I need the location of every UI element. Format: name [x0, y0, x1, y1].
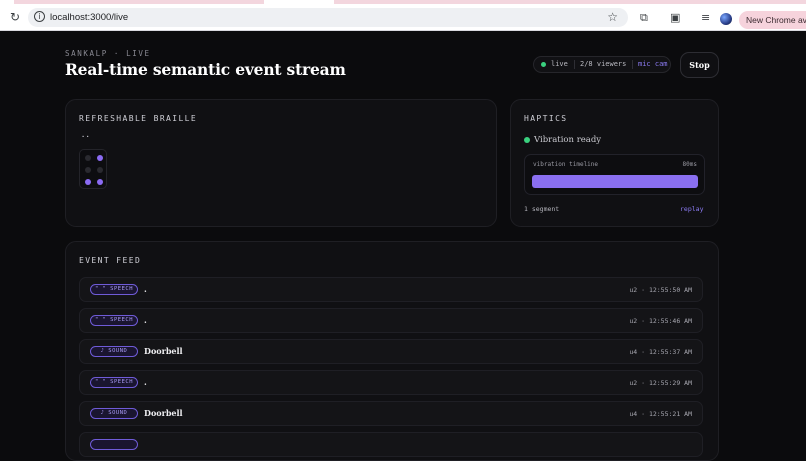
- divider: [574, 60, 575, 69]
- event-type-badge: " " SPEECH: [90, 377, 138, 388]
- event-row[interactable]: " " SPEECH . u2 · 12:55:46 AM: [79, 308, 703, 333]
- vibration-segment-bar: [532, 175, 698, 188]
- braille-dot-5: [97, 167, 103, 173]
- braille-card-title: REFRESHABLE BRAILLE: [79, 114, 198, 123]
- address-bar[interactable]: i localhost:3000/live ☆: [28, 8, 628, 27]
- braille-dot-6: [97, 179, 103, 185]
- event-row[interactable]: " " SPEECH . u2 · 12:55:50 AM: [79, 277, 703, 302]
- device-status: mic cam: [638, 60, 668, 68]
- divider: [632, 60, 633, 69]
- url-text[interactable]: localhost:3000/live: [50, 10, 128, 25]
- browser-toolbar: ↻ i localhost:3000/live ☆ ⧉ ▣ ≡ New Chro…: [0, 4, 806, 31]
- event-text: .: [144, 315, 147, 325]
- event-row[interactable]: ♪ SOUND Doorbell u4 · 12:55:21 AM: [79, 401, 703, 426]
- braille-dot-1: [85, 155, 91, 161]
- bookmark-star-icon[interactable]: ☆: [607, 9, 618, 25]
- event-type-badge: ♪ SOUND: [90, 408, 138, 419]
- event-row[interactable]: [79, 432, 703, 457]
- reload-icon[interactable]: ↻: [8, 10, 22, 24]
- update-chrome-button[interactable]: New Chrome availab: [739, 11, 806, 29]
- event-type-badge: [90, 439, 138, 450]
- ready-status-icon: [524, 137, 530, 143]
- braille-dot-4: [97, 155, 103, 161]
- event-meta: u2 · 12:55:29 AM: [629, 379, 692, 387]
- viewer-count: 2/8 viewers: [580, 60, 627, 68]
- braille-cell: [79, 149, 107, 189]
- extensions-icon[interactable]: ⧉: [640, 12, 648, 24]
- timeline-duration: 80ms: [682, 161, 697, 168]
- event-text: .: [144, 377, 147, 387]
- event-meta: u4 · 12:55:21 AM: [629, 410, 692, 418]
- page-title: Real-time semantic event stream: [65, 60, 346, 79]
- site-info-icon[interactable]: i: [34, 11, 45, 22]
- event-type-badge: " " SPEECH: [90, 284, 138, 295]
- event-meta: u4 · 12:55:37 AM: [629, 348, 692, 356]
- timeline-label: vibration timeline: [533, 161, 599, 168]
- event-text: Doorbell: [144, 408, 183, 418]
- live-label: live: [551, 60, 568, 68]
- live-indicator-icon: [541, 62, 546, 67]
- page-eyebrow: SANKALP · LIVE: [65, 49, 151, 58]
- session-status: live 2/8 viewers mic cam: [533, 56, 671, 73]
- media-queue-icon[interactable]: ≡: [701, 12, 710, 24]
- replay-button[interactable]: replay: [680, 205, 703, 213]
- stop-button[interactable]: Stop: [680, 52, 719, 78]
- braille-dot-2: [85, 167, 91, 173]
- event-meta: u2 · 12:55:46 AM: [629, 317, 692, 325]
- haptics-status: Vibration ready: [534, 135, 602, 145]
- event-row[interactable]: " " SPEECH . u2 · 12:55:29 AM: [79, 370, 703, 395]
- vibration-timeline: vibration timeline 80ms: [524, 154, 705, 195]
- event-type-badge: ♪ SOUND: [90, 346, 138, 357]
- event-row[interactable]: ♪ SOUND Doorbell u4 · 12:55:37 AM: [79, 339, 703, 364]
- event-feed-title: EVENT FEED: [79, 256, 142, 265]
- event-text: Doorbell: [144, 346, 183, 356]
- profile-avatar[interactable]: [720, 13, 732, 25]
- event-meta: u2 · 12:55:50 AM: [629, 286, 692, 294]
- haptics-card-title: HAPTICS: [524, 114, 568, 123]
- event-type-badge: " " SPEECH: [90, 315, 138, 326]
- braille-preview-text: ⠐⠂: [79, 133, 93, 142]
- cast-icon[interactable]: ▣: [670, 12, 680, 24]
- event-text: .: [144, 284, 147, 294]
- braille-dot-3: [85, 179, 91, 185]
- segment-count: 1 segment: [524, 205, 560, 213]
